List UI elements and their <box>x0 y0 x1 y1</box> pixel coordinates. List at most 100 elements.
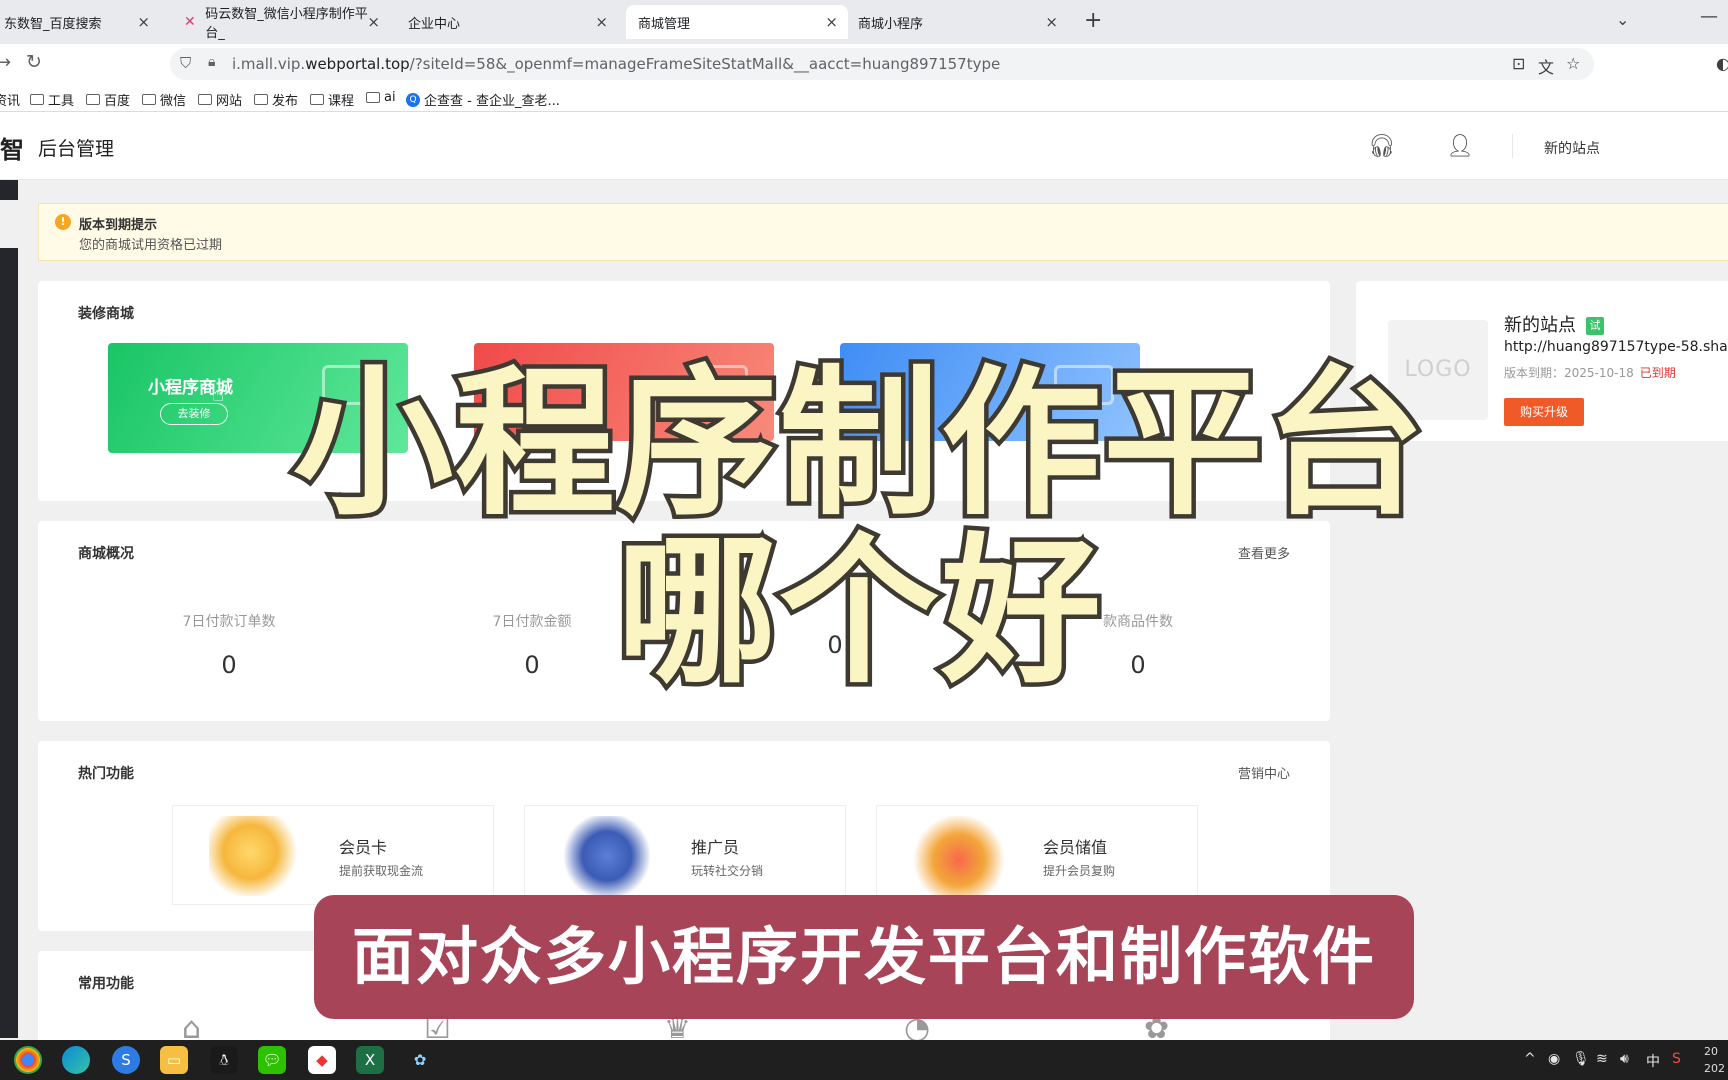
warning-icon: ! <box>55 214 71 230</box>
record-status-icon[interactable]: ◉ <box>1548 1051 1560 1067</box>
bookmark-ai[interactable]: ai <box>366 90 396 105</box>
bookmark-website[interactable]: 网站 <box>198 90 242 109</box>
address-bar-row: → ↻ ⛉ 🔒︎ i.mall.vip.webportal.top/?siteI… <box>0 44 1728 84</box>
feature-member-card[interactable]: 会员卡 提前获取现金流 <box>172 805 494 905</box>
bookmark-label: 网站 <box>216 94 243 109</box>
wechat-icon[interactable]: 💬︎ <box>258 1046 286 1074</box>
tab-label: 东数智_百度搜索 <box>4 16 102 32</box>
chevron-down-icon[interactable]: ⌄ <box>1616 10 1629 29</box>
feature-desc: 玩转社交分销 <box>691 864 764 878</box>
screen-record-icon[interactable]: ◆ <box>308 1046 336 1074</box>
marketing-center-link[interactable]: 营销中心 <box>1238 763 1290 782</box>
url-host-prefix: i.mall.vip. <box>232 55 306 73</box>
app-header: 智 后台管理 🎧︎ 👤︎ 新的站点 <box>0 112 1728 180</box>
chevron-up-icon[interactable]: ^ <box>1524 1051 1536 1067</box>
lock-icon[interactable]: 🔒︎ <box>208 54 215 70</box>
card-title: 商城概况 <box>78 546 134 562</box>
forward-icon[interactable]: → <box>0 52 11 73</box>
close-icon[interactable]: × <box>1045 13 1058 31</box>
tab-label: 商城管理 <box>638 16 691 32</box>
file-explorer-icon[interactable]: ▭ <box>160 1046 188 1074</box>
bookmark-label: 企查查 - 查企业_查老... <box>424 94 560 109</box>
tab-label: 码云数智_微信小程序制作平台_ <box>205 7 368 41</box>
bookmark-label: 工具 <box>48 94 75 109</box>
clock-date: 202 <box>1704 1062 1725 1075</box>
translate-icon[interactable]: 文 <box>1538 54 1554 78</box>
bookmark-label: 微信 <box>160 94 187 109</box>
sogou-input-icon[interactable]: S <box>1672 1051 1681 1067</box>
bookmark-baidu[interactable]: 百度 <box>86 90 130 109</box>
extension-icon[interactable]: ◐ <box>1716 54 1728 73</box>
current-site-name[interactable]: 新的站点 <box>1544 138 1600 158</box>
expired-status: 已到期 <box>1639 366 1676 380</box>
qq-icon[interactable]: 🐧︎ <box>210 1046 238 1074</box>
bookmark-label: 发布 <box>272 94 299 109</box>
feature-desc: 提升会员复购 <box>1043 864 1116 878</box>
bookmark-label: ai <box>384 90 396 105</box>
url-text[interactable]: i.mall.vip.webportal.top/?siteId=58&_ope… <box>232 55 1000 73</box>
bookmark-news[interactable]: 资讯 <box>0 90 20 109</box>
folder-icon <box>86 94 100 105</box>
card-title: 热门功能 <box>78 766 134 782</box>
windows-taskbar: S ▭ 🐧︎ 💬︎ ◆ X ✿ ^ ◉ 🎙︎ ≋ 🔊︎ 中 S 20 202 <box>0 1040 1728 1080</box>
sogou-icon[interactable]: S <box>112 1046 140 1074</box>
wifi-icon[interactable]: ≋ <box>1596 1051 1608 1067</box>
bookmark-label: 课程 <box>328 94 355 109</box>
sidebar <box>0 248 18 1038</box>
page-title: 后台管理 <box>38 138 115 160</box>
edge-icon[interactable] <box>62 1046 90 1074</box>
feature-name: 推广员 <box>691 838 740 857</box>
chrome-icon[interactable] <box>14 1046 42 1074</box>
url-path: /?siteId=58&_openmf=manageFrameSiteStatM… <box>409 55 1001 73</box>
bookmarks-bar: 资讯 工具 百度 微信 网站 发布 课程 ai Q 企查查 - 查企业_查老... <box>0 84 1728 112</box>
qichacha-icon: Q <box>406 92 420 107</box>
card-title: 常用功能 <box>78 976 134 992</box>
mayun-logo-icon: ✕ <box>184 14 196 30</box>
tab-baidu-search[interactable]: 东数智_百度搜索 × <box>0 5 160 39</box>
folder-icon <box>310 94 324 105</box>
app-logo: 智 <box>0 136 24 164</box>
feature-desc: 提前获取现金流 <box>339 864 424 878</box>
reload-icon[interactable]: ↻ <box>26 51 42 73</box>
app-flower-icon[interactable]: ✿ <box>406 1046 434 1074</box>
headset-icon[interactable]: 🎧︎ <box>1368 134 1396 159</box>
sidebar-top-strip <box>0 180 18 200</box>
star-icon[interactable]: ☆ <box>1566 54 1580 73</box>
feature-promoter[interactable]: 推广员 玩转社交分销 <box>524 805 846 905</box>
bookmark-label: 百度 <box>104 94 131 109</box>
video-headline-overlay: 小程序制作平台 哪个好 <box>140 355 1580 700</box>
url-host: webportal.top <box>305 55 410 73</box>
bookmark-qichacha[interactable]: Q 企查查 - 查企业_查老... <box>406 90 560 109</box>
bookmark-tools[interactable]: 工具 <box>30 90 74 109</box>
tab-mayun[interactable]: ✕ 码云数智_微信小程序制作平台_ × <box>172 5 390 41</box>
feature-member-stored-value[interactable]: 会员储值 提升会员复购 <box>876 805 1198 905</box>
ime-indicator[interactable]: 中 <box>1646 1051 1660 1071</box>
notice-title: 版本到期提示 <box>79 218 158 233</box>
trial-badge: 试 <box>1586 317 1604 335</box>
bookmark-course[interactable]: 课程 <box>310 90 354 109</box>
new-tab-button[interactable]: + <box>1084 8 1102 33</box>
speaker-icon[interactable]: 🔊︎ <box>1620 1051 1629 1067</box>
minimize-icon[interactable]: — <box>1700 6 1718 27</box>
bookmark-publish[interactable]: 发布 <box>254 90 298 109</box>
tab-mall-miniprogram[interactable]: 商城小程序 × <box>846 5 1068 39</box>
tab-label: 企业中心 <box>408 16 461 32</box>
shield-icon[interactable]: ⛉ <box>180 54 191 72</box>
close-icon[interactable]: × <box>825 13 838 31</box>
site-url[interactable]: http://huang897157type-58.shanx <box>1504 339 1728 355</box>
install-app-icon[interactable]: ⊡ <box>1512 54 1525 73</box>
excel-icon[interactable]: X <box>356 1046 384 1074</box>
system-clock[interactable]: 20 202 <box>1704 1043 1725 1077</box>
folder-icon <box>198 94 212 105</box>
tab-enterprise-center[interactable]: 企业中心 × <box>396 5 618 39</box>
user-icon[interactable]: 👤︎ <box>1446 134 1474 159</box>
tab-mall-manage[interactable]: 商城管理 × <box>626 5 848 39</box>
clock-time: 20 <box>1704 1045 1718 1058</box>
url-bar[interactable]: ⛉ 🔒︎ i.mall.vip.webportal.top/?siteId=58… <box>170 48 1594 80</box>
close-icon[interactable]: × <box>137 13 150 31</box>
notice-text: 您的商城试用资格已过期 <box>79 238 223 253</box>
close-icon[interactable]: × <box>367 13 380 31</box>
close-icon[interactable]: × <box>595 13 608 31</box>
bookmark-wechat[interactable]: 微信 <box>142 90 186 109</box>
microphone-icon[interactable]: 🎙︎ <box>1572 1051 1590 1067</box>
